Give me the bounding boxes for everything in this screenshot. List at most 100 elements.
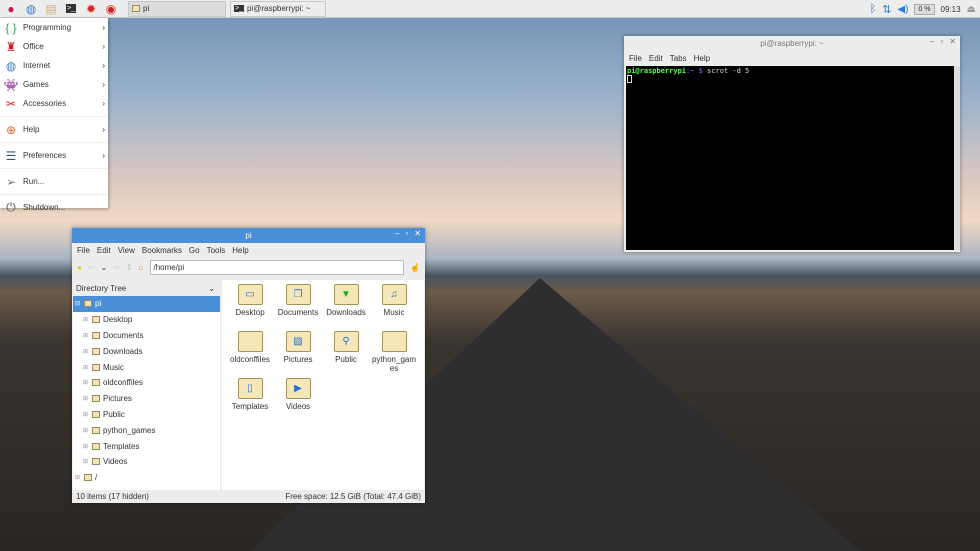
menu-bookmarks[interactable]: Bookmarks (142, 246, 182, 255)
menu-item-run[interactable]: ➢ Run... (0, 172, 108, 191)
folder-icon: ⚲ (333, 331, 359, 352)
expand-icon[interactable]: ⊞ (83, 364, 89, 371)
maximize-button[interactable]: ▫ (940, 37, 943, 46)
prompt-user: pi@raspberrypi (627, 67, 687, 75)
title-bar[interactable]: pi – ▫ ✕ (72, 228, 425, 243)
tree-item[interactable]: ⊞ Pictures (73, 391, 220, 407)
home-icon[interactable]: ⌂ (139, 263, 144, 272)
minimize-button[interactable]: – (395, 229, 399, 238)
menu-edit[interactable]: Edit (649, 54, 663, 63)
network-icon[interactable]: ⇅ (882, 3, 891, 16)
tree-item[interactable]: ⊞ Desktop (73, 312, 220, 328)
menu-help[interactable]: Help (694, 54, 710, 63)
menu-item-programming[interactable]: { } Programming › (0, 18, 108, 37)
menu-file[interactable]: File (77, 246, 90, 255)
menu-tabs[interactable]: Tabs (670, 54, 687, 63)
file-item[interactable]: ❐ Documents (274, 284, 322, 331)
new-tab-icon[interactable]: ● (77, 263, 82, 272)
file-item[interactable]: ▶ Videos (274, 378, 322, 425)
terminal-output[interactable]: pi@raspberrypi:~ $ scrot -d 5 (626, 66, 954, 250)
menu-item-games[interactable]: 👾 Games › (0, 75, 108, 94)
tree-item-root[interactable]: ⊞ / (73, 470, 220, 486)
file-item[interactable]: ▼ Downloads (322, 284, 370, 331)
close-button[interactable]: ✕ (414, 229, 421, 238)
raspberry-menu-icon[interactable]: ● (2, 1, 20, 17)
tree-item-label: Music (103, 362, 124, 372)
tree-item-label: Public (103, 409, 125, 419)
wolfram-icon[interactable]: ◉ (102, 1, 120, 17)
volume-icon[interactable]: ◀) (897, 4, 908, 15)
expand-icon[interactable]: ⊞ (83, 348, 89, 355)
menu-item-internet[interactable]: ◍ Internet › (0, 56, 108, 75)
file-item[interactable]: ▭ Desktop (226, 284, 274, 331)
collapse-icon[interactable]: ⊟ (75, 300, 81, 307)
menu-help[interactable]: Help (232, 246, 248, 255)
menu-item-help[interactable]: ⊕ Help › (0, 120, 108, 139)
menu-item-shutdown[interactable]: ⏻ Shutdown... (0, 198, 108, 217)
mathematica-icon[interactable]: ✹ (82, 1, 100, 17)
title-bar[interactable]: pi@raspberrypi: ~ – ▫ ✕ (624, 36, 960, 51)
task-terminal[interactable]: >_ pi@raspberrypi: ~ (230, 0, 326, 17)
close-button[interactable]: ✕ (949, 37, 956, 46)
folder-icon (84, 474, 92, 482)
globe-icon[interactable]: ◍ (22, 1, 40, 17)
expand-icon[interactable]: ⊞ (75, 474, 81, 481)
file-item[interactable]: ▨ Pictures (274, 331, 322, 378)
tree-item-label: Documents (103, 330, 144, 340)
file-item[interactable]: ⚲ Public (322, 331, 370, 378)
menu-file[interactable]: File (629, 54, 642, 63)
menu-edit[interactable]: Edit (97, 246, 111, 255)
go-icon[interactable]: ☝ (410, 263, 420, 272)
tree-item-label: Templates (103, 441, 140, 451)
menu-item-office[interactable]: ♜ Office › (0, 37, 108, 56)
expand-icon[interactable]: ⊞ (83, 395, 89, 402)
minimize-button[interactable]: – (930, 37, 934, 46)
chevron-right-icon: › (102, 80, 105, 89)
bluetooth-icon[interactable]: ᛒ (870, 3, 877, 15)
folders-icon[interactable]: ▤ (42, 1, 60, 17)
tree-item[interactable]: ⊞ python_games (73, 422, 220, 438)
tree-item[interactable]: ⊞ Templates (73, 438, 220, 454)
menu-item-label: Accessories (23, 99, 67, 108)
maximize-button[interactable]: ▫ (405, 229, 408, 238)
file-item[interactable]: ♫ Music (370, 284, 418, 331)
terminal-icon: >_ (234, 5, 244, 12)
menu-item-accessories[interactable]: ✂ Accessories › (0, 94, 108, 113)
back-icon[interactable]: ⇦ (88, 263, 95, 272)
tree-item[interactable]: ⊞ Documents (73, 328, 220, 344)
tree-item[interactable]: ⊞ Downloads (73, 343, 220, 359)
expand-icon[interactable]: ⊞ (83, 427, 89, 434)
tree-item[interactable]: ⊞ Public (73, 407, 220, 423)
path-input[interactable]: /home/pi (149, 259, 405, 275)
eject-icon[interactable]: ⏏ (967, 4, 976, 15)
menu-view[interactable]: View (118, 246, 135, 255)
task-file-manager[interactable]: pi (128, 0, 226, 17)
taskbar: ● ◍ ▤ >_ ✹ ◉ pi >_ pi@raspberrypi: ~ ᛒ ⇅ … (0, 0, 980, 18)
expand-icon[interactable]: ⊞ (83, 316, 89, 323)
tree-item-label: / (95, 473, 98, 483)
tree-item[interactable]: ⊞ oldconffiles (73, 375, 220, 391)
up-icon[interactable]: ⇧ (126, 263, 133, 272)
menu-item-preferences[interactable]: ☰ Preferences › (0, 146, 108, 165)
clock[interactable]: 09:13 (941, 5, 961, 14)
menu-tools[interactable]: Tools (207, 246, 226, 255)
tree-header[interactable]: Directory Tree ⌄ (73, 280, 220, 296)
history-dropdown-icon[interactable]: ⌄ (101, 263, 108, 272)
scrollbar[interactable] (954, 66, 960, 250)
expand-icon[interactable]: ⊞ (83, 443, 89, 450)
tree-item[interactable]: ⊞ Music (73, 359, 220, 375)
file-item[interactable]: ▯ Templates (226, 378, 274, 425)
file-item[interactable]: python_games (370, 331, 418, 378)
expand-icon[interactable]: ⊞ (83, 411, 89, 418)
tree-item-pi[interactable]: ⊟ pi (73, 296, 220, 312)
cpu-monitor[interactable]: 0 % (914, 3, 935, 15)
expand-icon[interactable]: ⊞ (83, 379, 89, 386)
tree-item[interactable]: ⊞ Videos (73, 454, 220, 470)
file-item-label: Music (383, 308, 405, 317)
terminal-icon[interactable]: >_ (62, 1, 80, 17)
expand-icon[interactable]: ⊞ (83, 458, 89, 465)
forward-icon[interactable]: ⇨ (113, 263, 120, 272)
file-item[interactable]: oldconffiles (226, 331, 274, 378)
menu-go[interactable]: Go (189, 246, 200, 255)
expand-icon[interactable]: ⊞ (83, 332, 89, 339)
